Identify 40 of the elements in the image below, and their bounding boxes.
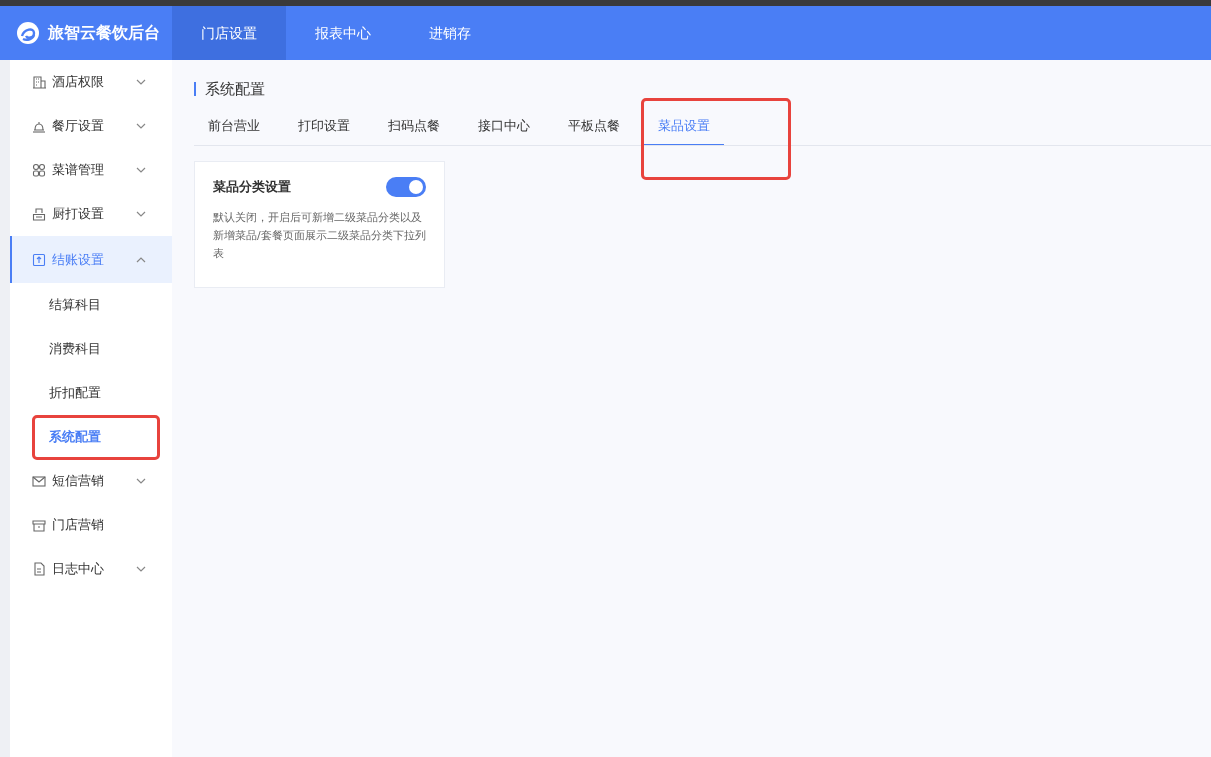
sidebar-item[interactable]: 菜谱管理 [10, 148, 172, 192]
submenu-item[interactable]: 消费科目 [10, 327, 172, 371]
submenu-item[interactable]: 系统配置 [10, 415, 172, 459]
sidebar-item[interactable]: 结账设置 [10, 236, 172, 283]
grid-icon [32, 163, 46, 177]
chevron-icon [136, 77, 146, 87]
printer-icon [32, 207, 46, 221]
sidebar-item[interactable]: 门店营销 [10, 503, 172, 547]
app-title: 旅智云餐饮后台 [48, 22, 160, 44]
building-icon [32, 75, 46, 89]
tab[interactable]: 接口中心 [464, 116, 544, 144]
chevron-icon [136, 564, 146, 574]
setting-description: 默认关闭，开启后可新增二级菜品分类以及新增菜品/套餐页面展示二级菜品分类下拉列表 [213, 209, 426, 262]
tab[interactable]: 打印设置 [284, 116, 364, 144]
sidebar-item[interactable]: 短信营销 [10, 459, 172, 503]
submenu-item[interactable]: 结算科目 [10, 283, 172, 327]
nav-tab[interactable]: 进销存 [400, 6, 500, 60]
tab[interactable]: 菜品设置 [644, 116, 724, 145]
chevron-icon [136, 209, 146, 219]
sidebar-item[interactable]: 酒店权限 [10, 60, 172, 104]
chevron-icon [136, 121, 146, 131]
logo-icon [16, 21, 40, 45]
submenu-item[interactable]: 折扣配置 [10, 371, 172, 415]
setting-title: 菜品分类设置 [213, 177, 291, 196]
page-title: 系统配置 [194, 82, 1211, 96]
tab[interactable]: 平板点餐 [554, 116, 634, 144]
sidebar-item[interactable]: 餐厅设置 [10, 104, 172, 148]
mail-icon [32, 474, 46, 488]
toggle-switch[interactable] [386, 176, 426, 197]
tab[interactable]: 扫码点餐 [374, 116, 454, 144]
bell-icon [32, 119, 46, 133]
shop-icon [32, 518, 46, 532]
nav-tab[interactable]: 报表中心 [286, 6, 400, 60]
nav-tab[interactable]: 门店设置 [172, 6, 286, 60]
chevron-icon [136, 476, 146, 486]
tab[interactable]: 前台营业 [194, 116, 274, 144]
chevron-icon [136, 165, 146, 175]
sidebar-item[interactable]: 厨打设置 [10, 192, 172, 236]
sidebar-item[interactable]: 日志中心 [10, 547, 172, 591]
document-icon [32, 562, 46, 576]
